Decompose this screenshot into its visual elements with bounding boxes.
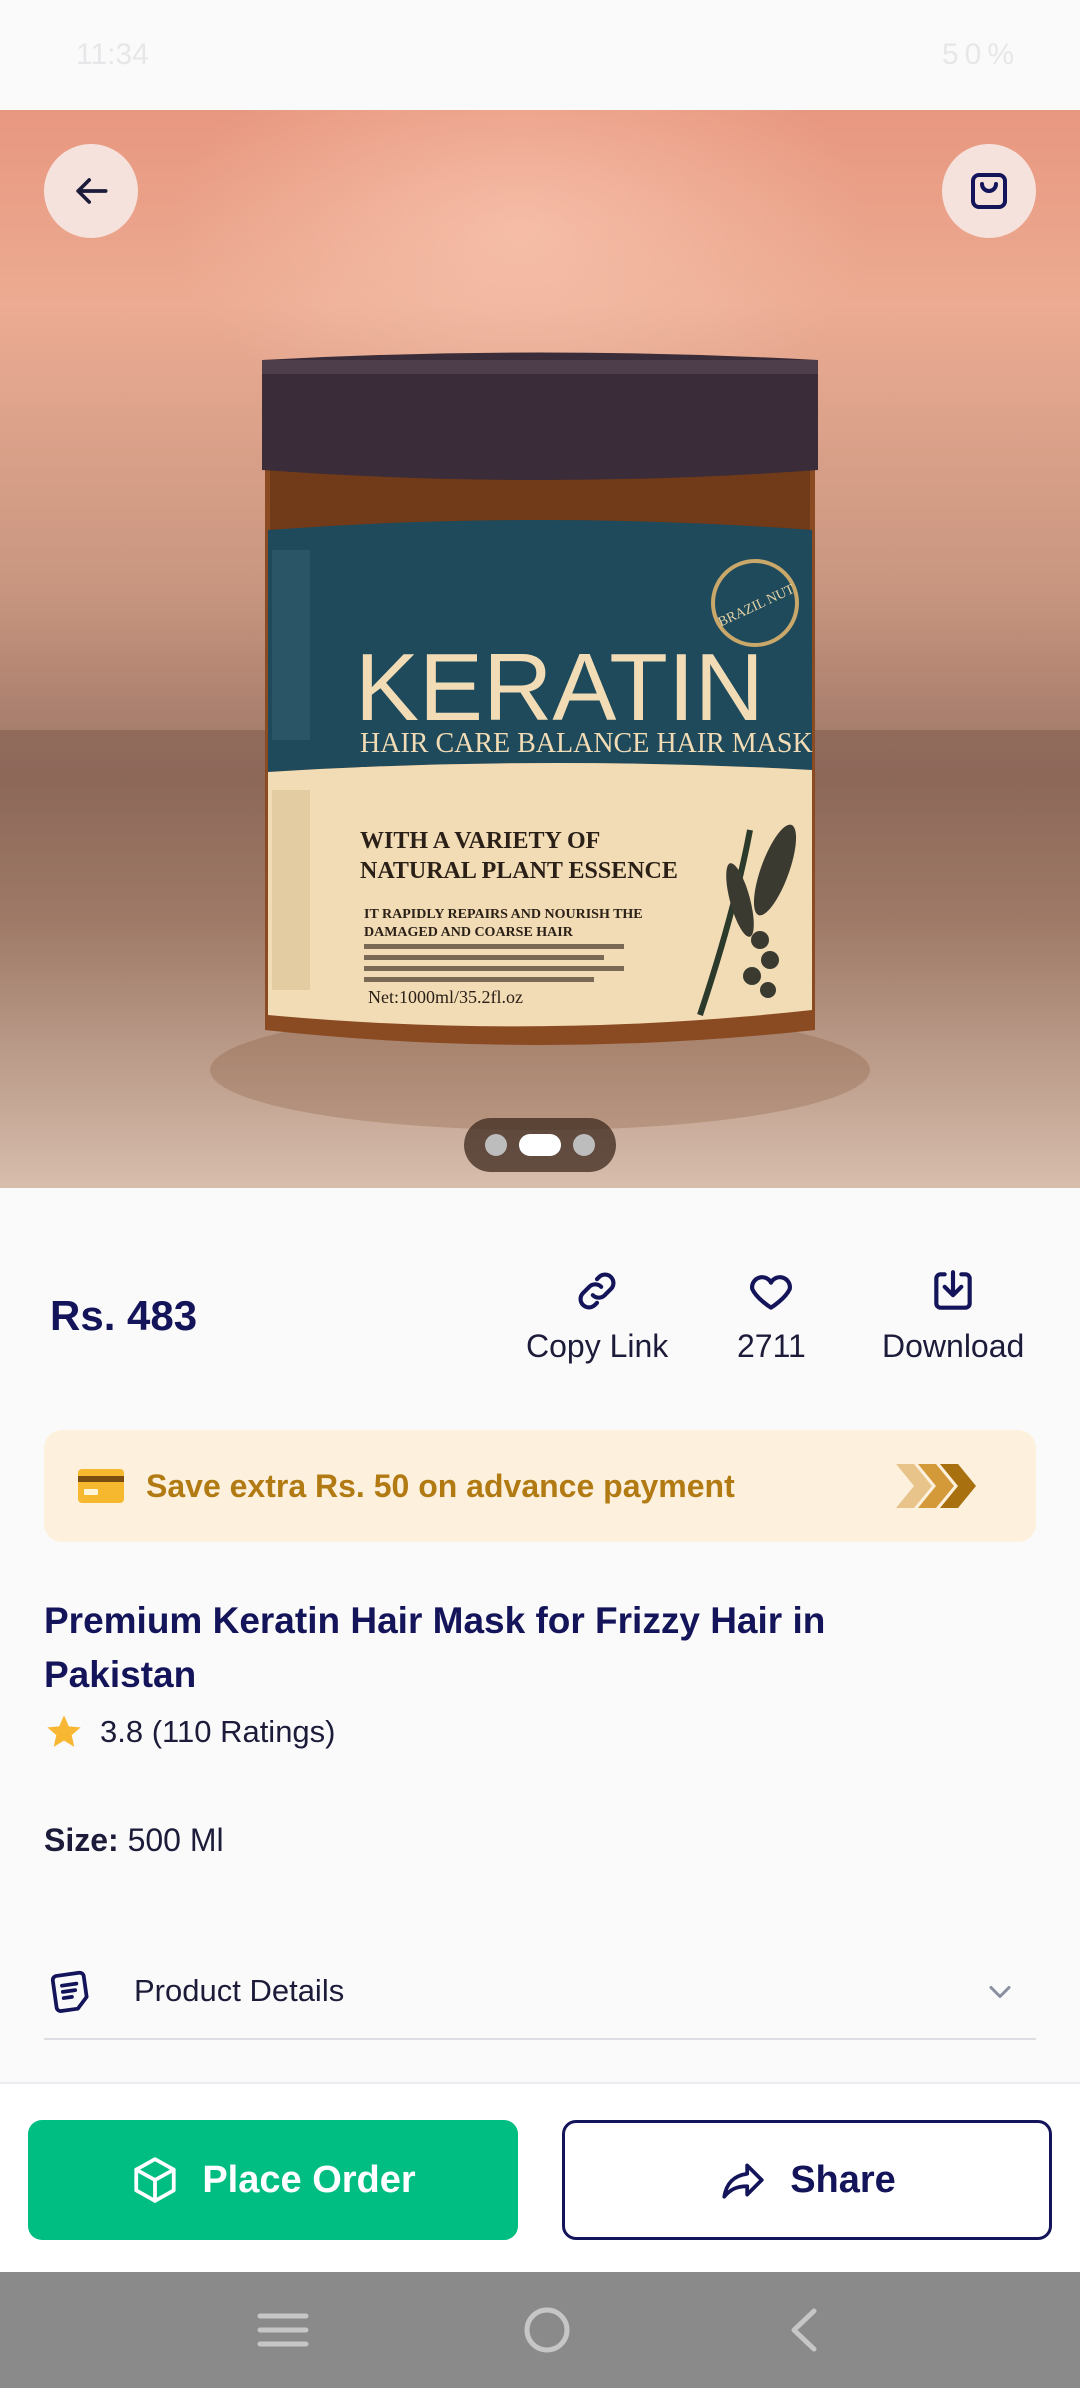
carousel-indicator[interactable] (464, 1118, 616, 1172)
arrow-left-icon (76, 178, 108, 204)
rating-text: 3.8 (110 Ratings) (100, 1714, 336, 1749)
product-image: BRAZIL NUT KERATIN HAIR CARE BALANCE HAI… (210, 352, 870, 1130)
product-details-accordion[interactable]: Product Details (44, 1944, 1036, 2040)
share-arrow-icon (722, 2163, 764, 2199)
heart-icon (750, 1275, 793, 1310)
recent-apps-icon[interactable] (256, 2308, 310, 2352)
product-details-label: Product Details (134, 1973, 345, 2008)
jar-text-line2: FOR HEALTHY SCALP (360, 762, 644, 793)
product-image-carousel[interactable]: BRAZIL NUT KERATIN HAIR CARE BALANCE HAI… (0, 110, 1080, 1188)
jar-brand-text: KERATIN (355, 634, 764, 741)
back-button[interactable] (44, 144, 138, 238)
size-value: 500 Ml (127, 1822, 224, 1858)
status-time: 11:34 (76, 38, 149, 71)
download-label: Download (882, 1328, 1025, 1364)
carousel-dot[interactable] (485, 1134, 507, 1156)
jar-text-small1: IT RAPIDLY REPAIRS AND NOURISH THE (364, 907, 643, 922)
share-button[interactable]: Share (562, 2120, 1052, 2240)
jar-net-text: Net:1000ml/35.2fl.oz (368, 987, 523, 1007)
carousel-dot[interactable] (573, 1134, 595, 1156)
jar-text-line1: HAIR CARE BALANCE HAIR MASK (360, 728, 813, 759)
status-bar: 11:34 50% (0, 0, 1080, 110)
place-order-button[interactable]: Place Order (28, 2120, 518, 2240)
advance-payment-banner[interactable]: Save extra Rs. 50 on advance payment (44, 1430, 1036, 1542)
copy-link-label: Copy Link (526, 1328, 669, 1364)
shopping-bag-icon (971, 173, 1007, 209)
like-button[interactable]: 2711 (737, 1266, 806, 1365)
cart-button[interactable] (942, 144, 1036, 238)
size-label: Size: (44, 1822, 119, 1858)
download-icon (934, 1270, 972, 1310)
home-icon[interactable] (521, 2304, 573, 2356)
credit-card-icon (78, 1469, 124, 1503)
link-icon (578, 1272, 616, 1310)
chevron-down-icon[interactable] (982, 1974, 1018, 2010)
jar-text-line4: NATURAL PLANT ESSENCE (360, 858, 678, 884)
star-icon (47, 1715, 81, 1747)
back-nav-icon[interactable] (784, 2305, 824, 2355)
triple-chevron-icon (896, 1464, 976, 1508)
place-order-label: Place Order (202, 2158, 416, 2201)
carousel-dot-active[interactable] (519, 1134, 561, 1156)
package-icon (134, 2157, 176, 2203)
likes-count: 2711 (737, 1328, 806, 1364)
bottom-action-bar: Place Order Share (0, 2082, 1080, 2272)
product-price: Rs. 483 (50, 1292, 198, 1339)
size-info: Size: 500 Ml (44, 1822, 224, 1859)
share-label: Share (790, 2158, 896, 2201)
jar-text-small2: DAMAGED AND COARSE HAIR (364, 925, 574, 940)
system-navigation-bar (0, 2272, 1080, 2388)
promo-text: Save extra Rs. 50 on advance payment (146, 1467, 735, 1504)
document-icon (50, 1970, 89, 2013)
product-title: Premium Keratin Hair Mask for Frizzy Hai… (44, 1600, 826, 1695)
status-battery: 50% (941, 38, 1020, 71)
price-actions-row: Rs. 483 Copy Link 2711 Download (0, 1250, 1080, 1380)
copy-link-button[interactable]: Copy Link (526, 1266, 668, 1365)
download-button[interactable]: Download (882, 1266, 1024, 1365)
jar-text-line3: WITH A VARIETY OF (360, 828, 600, 854)
product-rating[interactable]: 3.8 (110 Ratings) (44, 1712, 336, 1752)
